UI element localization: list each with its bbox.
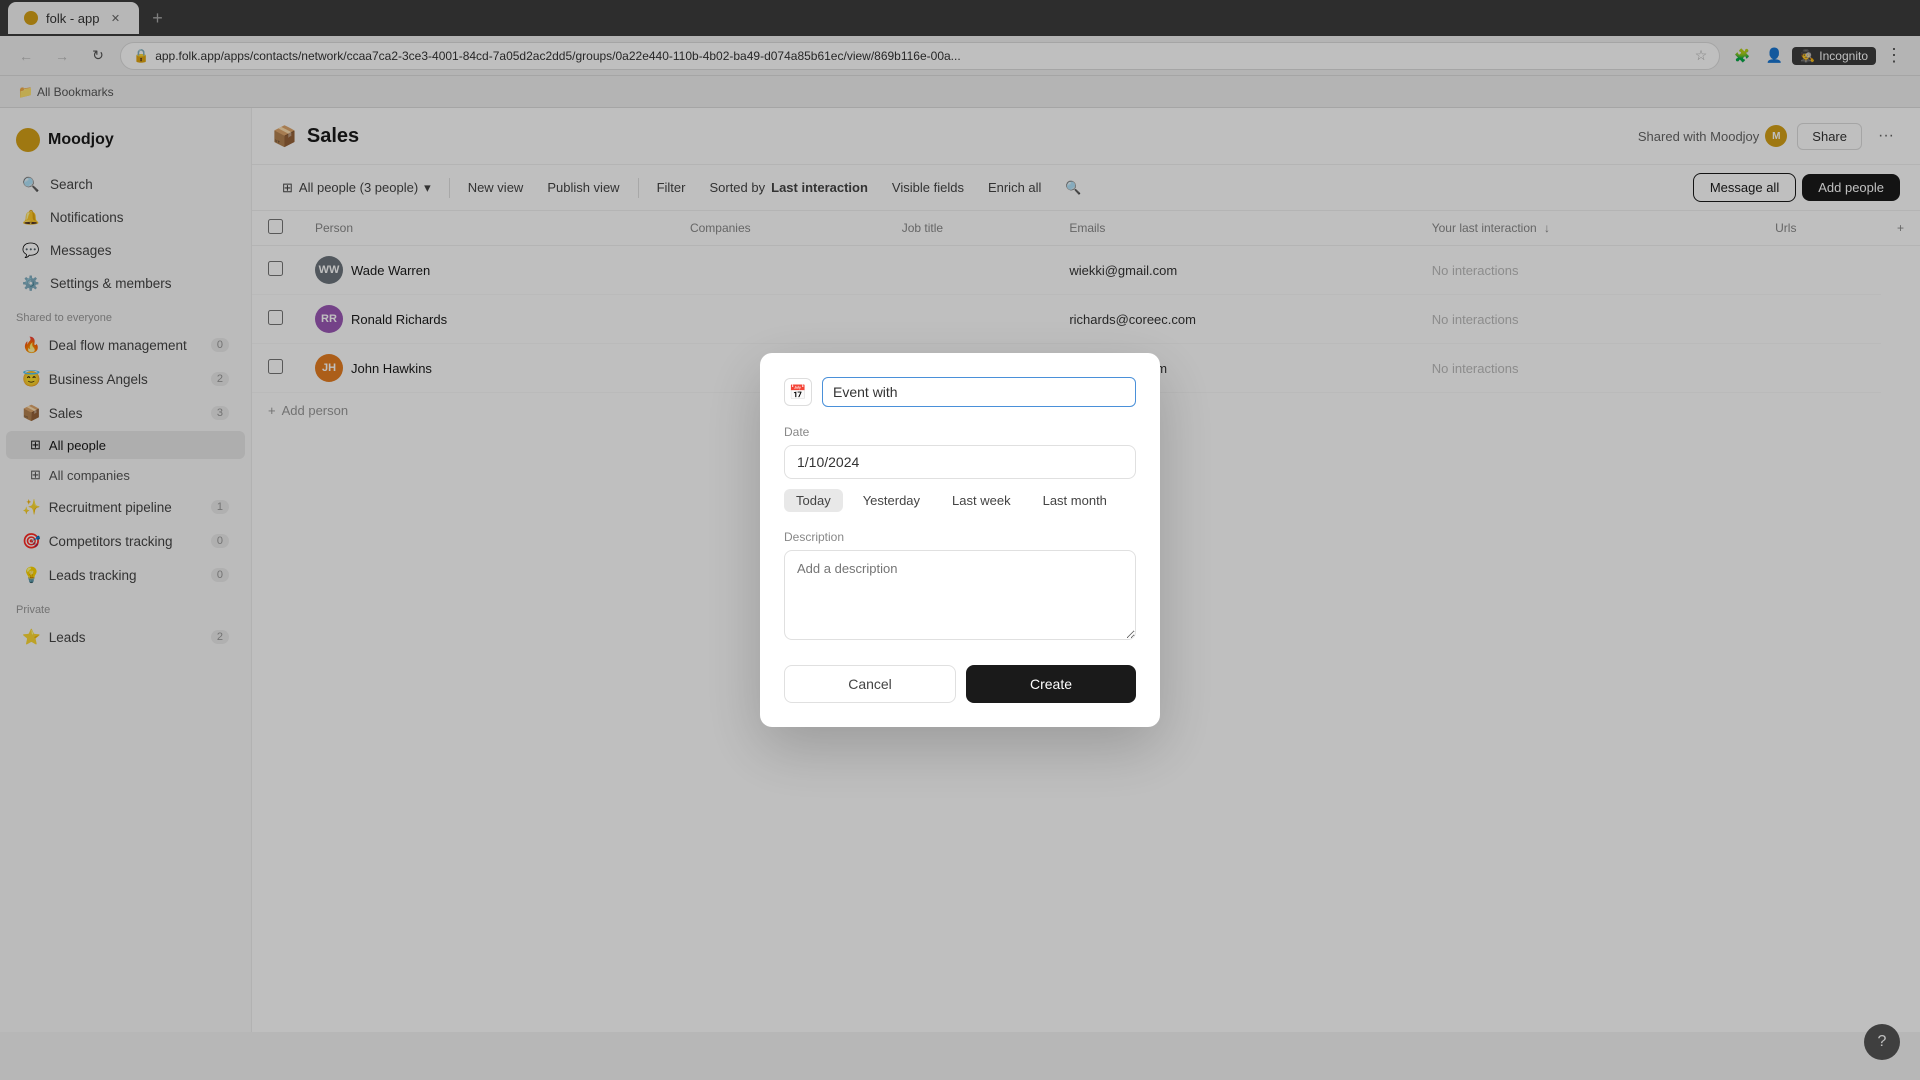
- date-input[interactable]: [784, 445, 1136, 479]
- shortcut-last-month[interactable]: Last month: [1031, 489, 1119, 512]
- date-shortcuts: Today Yesterday Last week Last month: [784, 489, 1136, 512]
- create-event-modal: 📅 Date Today Yesterday Last week Last mo…: [760, 353, 1160, 727]
- create-button[interactable]: Create: [966, 665, 1136, 703]
- cancel-button[interactable]: Cancel: [784, 665, 956, 703]
- description-label: Description: [784, 530, 1136, 544]
- date-label: Date: [784, 425, 1136, 439]
- shortcut-today[interactable]: Today: [784, 489, 843, 512]
- modal-actions: Cancel Create: [784, 665, 1136, 703]
- calendar-icon: 📅: [784, 378, 812, 406]
- shortcut-yesterday[interactable]: Yesterday: [851, 489, 932, 512]
- description-textarea[interactable]: [784, 550, 1136, 640]
- shortcut-last-week[interactable]: Last week: [940, 489, 1023, 512]
- event-title-input[interactable]: [822, 377, 1136, 407]
- modal-title-row: 📅: [784, 377, 1136, 407]
- modal-overlay[interactable]: 📅 Date Today Yesterday Last week Last mo…: [0, 0, 1920, 1080]
